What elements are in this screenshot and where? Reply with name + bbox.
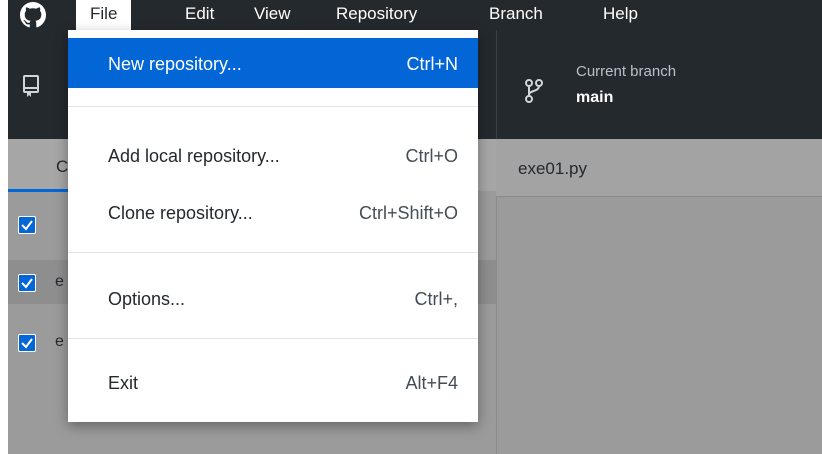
menu-item-label: Add local repository... xyxy=(108,146,280,166)
check-icon xyxy=(21,220,33,231)
menu-branch[interactable]: Branch xyxy=(489,0,543,30)
menu-item-exit[interactable]: Exit Alt+F4 xyxy=(68,357,478,407)
current-branch-caption[interactable]: Current branch xyxy=(576,63,676,80)
menu-item-options[interactable]: Options... Ctrl+, xyxy=(68,273,478,323)
menu-item-shortcut: Ctrl+Shift+O xyxy=(358,203,458,223)
menu-item-shortcut: Ctrl+N xyxy=(406,54,458,74)
menu-separator xyxy=(68,106,478,107)
current-branch-name[interactable]: main xyxy=(576,89,613,107)
menu-item-shortcut: Ctrl+O xyxy=(405,146,458,166)
file-checkbox[interactable] xyxy=(18,334,36,352)
menu-item-shortcut: Alt+F4 xyxy=(405,373,458,393)
git-branch-icon xyxy=(525,79,543,103)
menu-item-label: New repository... xyxy=(108,54,242,74)
menu-item-shortcut: Ctrl+, xyxy=(414,289,458,309)
menu-file[interactable]: File xyxy=(76,0,132,30)
file-name-partial: e xyxy=(55,273,64,290)
select-all-checkbox[interactable] xyxy=(18,216,36,234)
diff-file-name: exe01.py xyxy=(518,159,587,178)
diff-panel: exe01.py xyxy=(496,139,822,454)
diff-file-header: exe01.py xyxy=(496,139,822,197)
file-checkbox[interactable] xyxy=(18,274,36,292)
menu-item-clone-repository[interactable]: Clone repository... Ctrl+Shift+O xyxy=(68,187,478,237)
menu-bar: File Edit View Repository Branch Help xyxy=(8,0,822,30)
menu-item-label: Options... xyxy=(108,289,186,309)
menu-view[interactable]: View xyxy=(254,0,291,30)
toolbar-divider xyxy=(496,30,497,139)
menu-item-label: Exit xyxy=(108,373,139,393)
menu-item-label: Clone repository... xyxy=(108,203,253,223)
repository-icon[interactable] xyxy=(22,74,40,98)
menu-separator xyxy=(68,252,478,253)
menu-edit[interactable]: Edit xyxy=(185,0,214,30)
check-icon xyxy=(21,278,33,289)
file-name-partial: e xyxy=(55,333,64,350)
tab-changes[interactable]: C xyxy=(56,157,68,177)
file-menu-dropdown: New repository... Ctrl+N Add local repos… xyxy=(68,30,478,422)
menu-separator xyxy=(68,338,478,339)
menu-repository[interactable]: Repository xyxy=(336,0,417,30)
github-logo-icon[interactable] xyxy=(20,2,46,28)
check-icon xyxy=(21,338,33,349)
menu-item-new-repository[interactable]: New repository... Ctrl+N xyxy=(68,38,478,88)
menu-help[interactable]: Help xyxy=(603,0,638,30)
menu-item-add-local-repository[interactable]: Add local repository... Ctrl+O xyxy=(68,130,478,180)
